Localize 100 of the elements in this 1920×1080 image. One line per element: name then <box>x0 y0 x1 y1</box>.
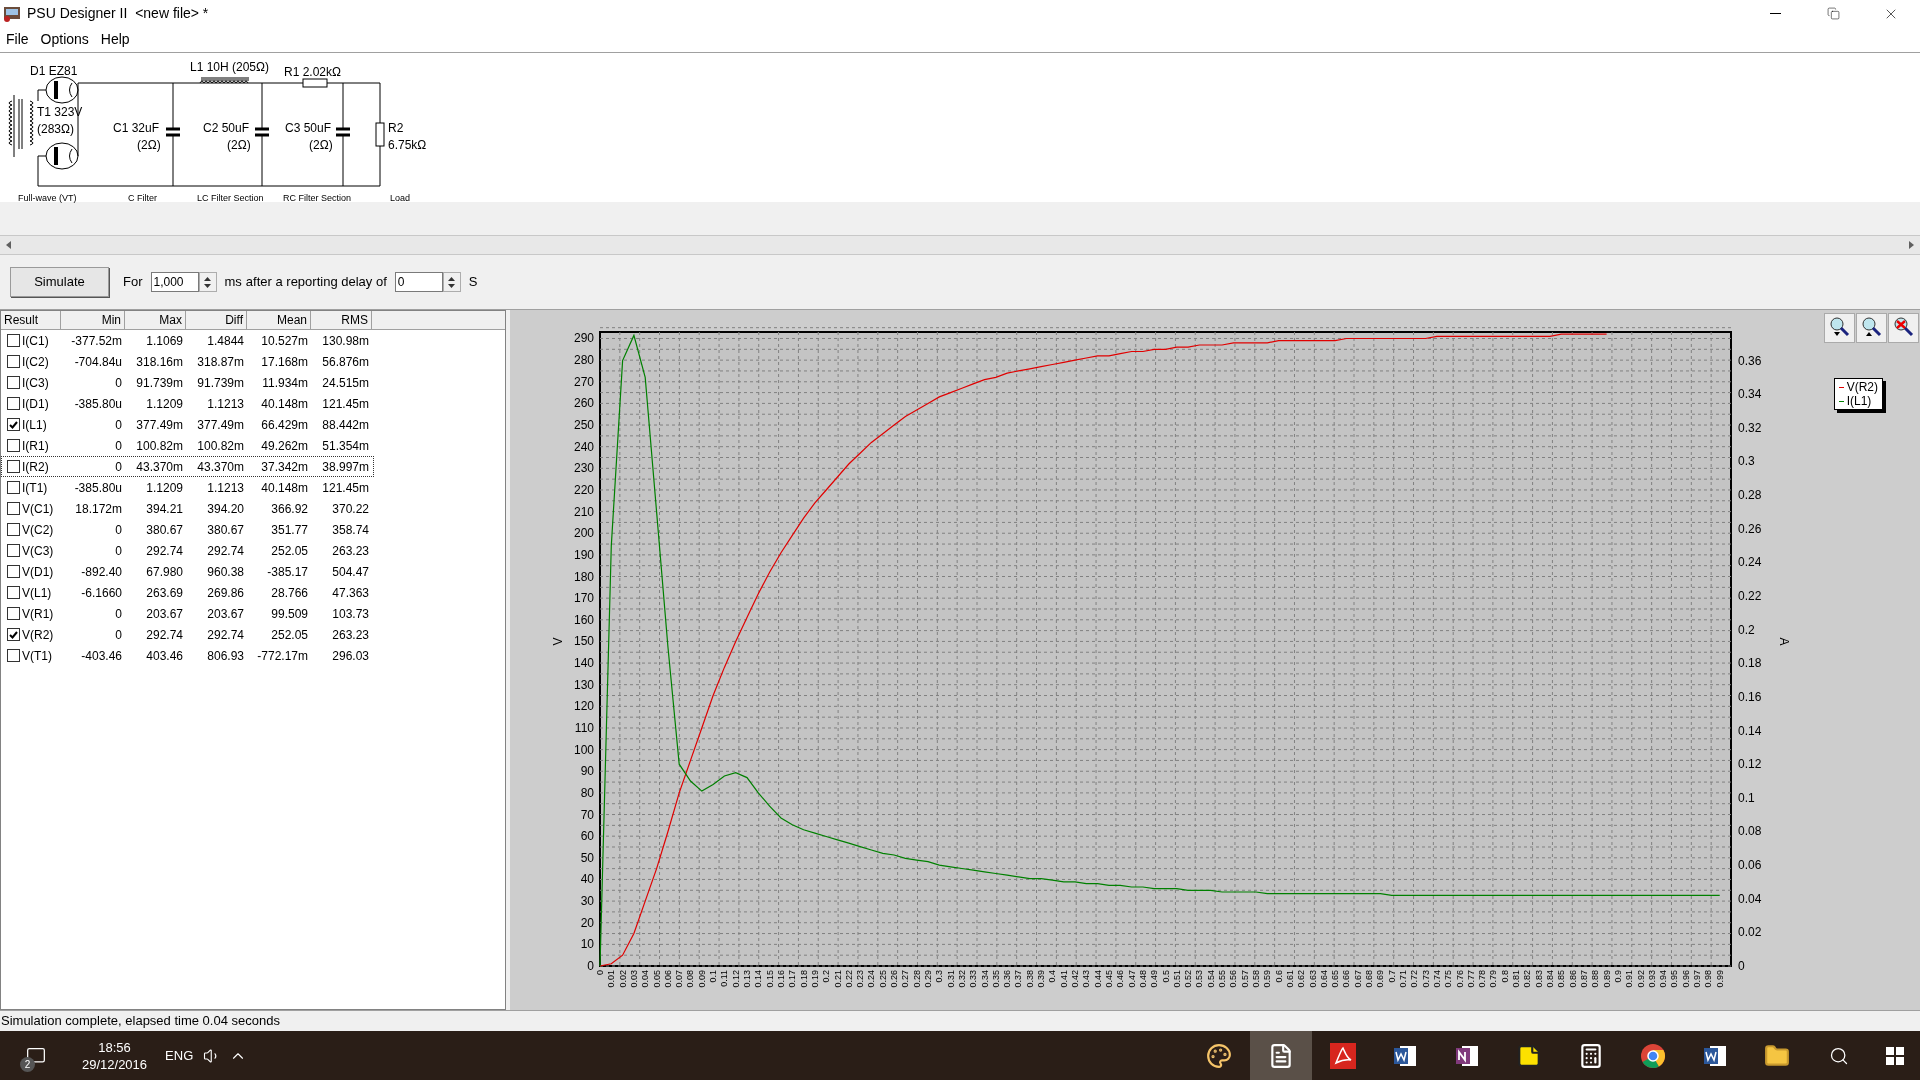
x-tick-label: 0.07 <box>674 970 685 988</box>
x-tick-label: 0.18 <box>798 970 809 988</box>
simulate-button[interactable]: Simulate <box>10 267 109 297</box>
y-tick-label: 0.04 <box>1738 891 1762 906</box>
table-cell: 377.49m <box>136 417 183 432</box>
x-tick-label: 0.81 <box>1511 970 1522 988</box>
legend-label: I(L1) <box>1846 394 1872 408</box>
table-cell: 100.82m <box>136 438 183 453</box>
x-tick-label: 0.43 <box>1081 970 1092 988</box>
zoom-reset-button[interactable] <box>1888 313 1919 343</box>
language-indicator[interactable]: ENG <box>165 1045 194 1066</box>
checkbox[interactable] <box>7 418 20 431</box>
x-tick-label: 0.84 <box>1545 970 1556 988</box>
x-tick-label: 0.19 <box>809 970 820 988</box>
column-header[interactable]: Max <box>125 311 186 329</box>
x-tick-label: 0.29 <box>923 970 933 988</box>
checkbox[interactable] <box>7 649 20 662</box>
y-tick-label: 40 <box>580 872 594 887</box>
y-tick-label: 0.18 <box>1738 656 1762 671</box>
section-label: RC Filter Section <box>283 193 352 203</box>
section-label: LC Filter Section <box>197 193 264 203</box>
palette-icon <box>1206 1042 1232 1069</box>
table-cell: 91.739m <box>136 375 183 390</box>
column-header[interactable]: Min <box>61 311 125 329</box>
table-cell: 0 <box>115 459 122 474</box>
checkbox[interactable] <box>7 544 20 557</box>
y-tick-label: 140 <box>573 656 594 671</box>
table-cell: 292.74 <box>146 627 183 642</box>
table-cell: 1.1213 <box>207 396 244 411</box>
checkbox[interactable] <box>7 376 20 389</box>
checkbox[interactable] <box>7 439 20 452</box>
table-row[interactable]: V(R2) 0 292.74 292.74 252.05 263.23 <box>2 625 373 644</box>
x-tick-label: 0.45 <box>1103 970 1114 988</box>
table-row[interactable]: V(C2) 0 380.67 380.67 351.77 358.74 <box>2 520 373 539</box>
checkbox[interactable] <box>7 607 20 620</box>
x-tick-label: 0.71 <box>1398 970 1408 988</box>
x-tick-label: 0.94 <box>1658 970 1669 988</box>
zoom-out-icon <box>1861 317 1882 339</box>
capacitor-label: C3 50uF <box>285 121 332 135</box>
calculator-icon <box>1578 1042 1604 1069</box>
table-row[interactable]: V(T1) -403.46 403.46 806.93 -772.17m 296.03 <box>2 646 373 665</box>
table-cell: 51.354m <box>322 438 369 453</box>
check-icon <box>9 630 18 639</box>
checkbox[interactable] <box>7 586 20 599</box>
x-tick-label: 0.02 <box>617 970 628 988</box>
table-row[interactable]: V(C3) 0 292.74 292.74 252.05 263.23 <box>2 541 373 560</box>
table-cell: 380.67 <box>146 522 183 537</box>
table-row[interactable]: I(C3) 0 91.739m 91.739m 11.934m 24.515m <box>2 373 373 392</box>
checkbox[interactable] <box>7 628 20 641</box>
column-header[interactable]: Mean <box>247 311 311 329</box>
checkbox[interactable] <box>7 397 20 410</box>
x-tick-label: 0.93 <box>1646 970 1657 988</box>
focused-row[interactable]: I(R2) 0 43.370m 43.370m 37.342m 38.997m <box>2 457 373 476</box>
table-row[interactable]: V(L1) -6.1660 263.69 269.86 28.766 47.363 <box>2 583 373 602</box>
y-tick-label: 190 <box>573 547 594 562</box>
table-row[interactable]: I(L1) 0 377.49m 377.49m 66.429m 88.442m <box>2 415 373 434</box>
column-header[interactable]: RMS <box>311 311 372 329</box>
table-cell: 203.67 <box>146 606 183 621</box>
table-row[interactable]: I(R1) 0 100.82m 100.82m 49.262m 51.354m <box>2 436 373 455</box>
checkbox[interactable] <box>7 523 20 536</box>
table-row[interactable]: I(D1) -385.80u 1.1209 1.1213 40.148m 121.45m <box>2 394 373 413</box>
zoom-in-button[interactable] <box>1824 313 1855 343</box>
table-row[interactable]: I(T1) -385.80u 1.1209 1.1213 40.148m 121.45m <box>2 478 373 497</box>
table-cell-text: V(C2) <box>22 521 54 539</box>
taskbar-app[interactable] <box>1250 1031 1312 1080</box>
menu-item[interactable]: File <box>0 29 35 50</box>
checkbox[interactable] <box>7 502 20 515</box>
checkbox[interactable] <box>7 481 20 494</box>
x-tick-label: 0.66 <box>1341 970 1352 988</box>
table-row[interactable]: I(C1) -377.52m 1.1069 1.4844 10.527m 130.98m <box>2 331 373 350</box>
menu-item[interactable]: Options <box>34 29 95 50</box>
y-tick-label: 270 <box>573 374 594 389</box>
x-tick-label: 0.77 <box>1465 970 1476 988</box>
x-tick-label: 0.31 <box>945 970 956 988</box>
checkbox[interactable] <box>7 460 20 473</box>
x-tick-label: 0.9 <box>1612 970 1623 983</box>
checkbox[interactable] <box>7 355 20 368</box>
clock[interactable]: 18:56 29/12/2016 <box>82 1038 148 1073</box>
table-cell: 121.45m <box>322 480 369 495</box>
menu-item[interactable]: Help <box>94 29 136 50</box>
x-tick-label: 0.41 <box>1058 970 1069 988</box>
x-tick-label: 0.8 <box>1499 970 1510 983</box>
column-header[interactable]: Diff <box>186 311 247 329</box>
x-tick-label: 0.01 <box>606 970 617 988</box>
x-tick-label: 0.61 <box>1284 970 1295 988</box>
table-cell: 292.74 <box>207 543 244 558</box>
delay-field[interactable]: 0 <box>394 272 443 292</box>
horizontal-scrollbar[interactable] <box>0 235 1920 255</box>
x-tick-label: 0.89 <box>1601 970 1612 988</box>
table-row[interactable]: V(C1) 18.172m 394.21 394.20 366.92 370.22 <box>2 499 373 518</box>
table-row[interactable]: V(R1) 0 203.67 203.67 99.509 103.73 <box>2 604 373 623</box>
duration-field[interactable]: 1,000 <box>150 272 199 292</box>
column-header[interactable]: Result <box>1 311 61 329</box>
notification-button[interactable]: 2 <box>14 1031 58 1080</box>
table-row[interactable]: V(D1) -892.40 67.980 960.38 -385.17 504.47 <box>2 562 373 581</box>
zoom-out-button[interactable] <box>1856 313 1887 343</box>
checkbox[interactable] <box>7 334 20 347</box>
checkbox[interactable] <box>7 565 20 578</box>
unit-label: S <box>468 273 478 292</box>
table-row[interactable]: I(C2) -704.84u 318.16m 318.87m 17.168m 56.876m <box>2 352 373 371</box>
